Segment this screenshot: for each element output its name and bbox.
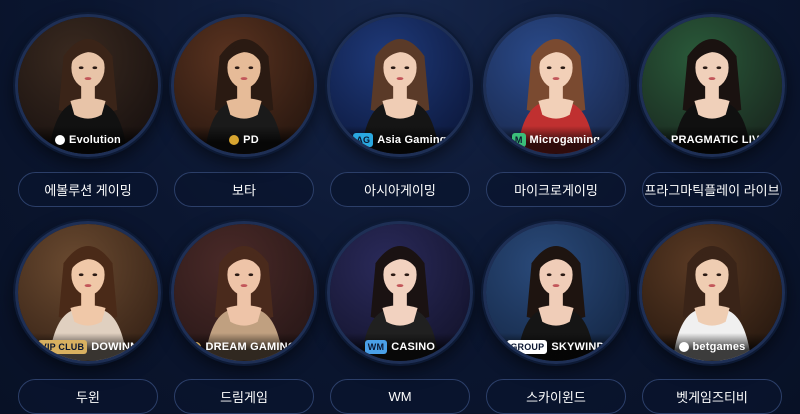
provider-logo-icon: AG: [353, 132, 374, 147]
provider-card[interactable]: Evolution 에볼루션 게이밍: [11, 0, 166, 207]
provider-label-button[interactable]: 보타: [174, 171, 314, 207]
provider-logo: betgames: [642, 332, 782, 361]
provider-label-button[interactable]: 프라그마틱플레이 라이브: [642, 171, 782, 207]
provider-logo: AG Asia Gaming: [330, 125, 470, 154]
provider-thumbnail[interactable]: PRAGMATIC LIVE: [639, 14, 785, 157]
provider-label-button[interactable]: 벳게임즈티비: [642, 378, 782, 414]
provider-logo: Evolution: [18, 125, 158, 154]
provider-label-button[interactable]: WM: [330, 378, 470, 414]
provider-card[interactable]: DREAM GAMING 드림게임: [167, 207, 322, 414]
provider-label-button[interactable]: 에볼루션 게이밍: [18, 171, 158, 207]
provider-logo-icon: WM: [364, 339, 388, 354]
provider-logo-text: betgames: [692, 340, 746, 353]
provider-grid: Evolution 에볼루션 게이밍 PD 보타 AG Asia Gaming 아시아게이밍…: [0, 0, 800, 414]
provider-logo-text: DOWINN: [91, 340, 139, 353]
provider-logo-text: DREAM GAMING: [205, 340, 297, 353]
provider-logo-icon: [229, 134, 240, 145]
provider-logo-text: Evolution: [69, 133, 121, 146]
provider-logo-icon: [656, 134, 667, 145]
provider-card[interactable]: M Microgaming 마이크로게이밍: [479, 0, 634, 207]
provider-thumbnail[interactable]: Evolution: [15, 14, 161, 157]
provider-card[interactable]: PD 보타: [167, 0, 322, 207]
provider-label-button[interactable]: 드림게임: [174, 378, 314, 414]
provider-logo: WM CASINO: [330, 332, 470, 361]
provider-logo-icon: GROUP: [507, 339, 548, 354]
provider-card[interactable]: PRAGMATIC LIVE 프라그마틱플레이 라이브: [635, 0, 790, 207]
provider-label-button[interactable]: 아시아게이밍: [330, 171, 470, 207]
provider-logo-text: CASINO: [391, 340, 436, 353]
provider-logo-icon: [55, 134, 66, 145]
provider-thumbnail[interactable]: betgames: [639, 221, 785, 364]
provider-logo-icon: [678, 341, 689, 352]
provider-card[interactable]: WM CASINO WM: [323, 207, 478, 414]
provider-logo-icon: M: [511, 132, 526, 147]
provider-logo: VIP CLUB DOWINN: [18, 332, 158, 361]
provider-card[interactable]: VIP CLUB DOWINN 두윈: [11, 207, 166, 414]
provider-thumbnail[interactable]: DREAM GAMING: [171, 221, 317, 364]
provider-logo: GROUP SKYWIND: [486, 332, 626, 361]
provider-thumbnail[interactable]: VIP CLUB DOWINN: [15, 221, 161, 364]
provider-thumbnail[interactable]: AG Asia Gaming: [327, 14, 473, 157]
provider-label-button[interactable]: 두윈: [18, 378, 158, 414]
provider-thumbnail[interactable]: GROUP SKYWIND: [483, 221, 629, 364]
provider-logo-text: Microgaming: [529, 133, 601, 146]
provider-label-button[interactable]: 스카이윈드: [486, 378, 626, 414]
provider-logo-text: SKYWIND: [551, 340, 605, 353]
provider-card[interactable]: AG Asia Gaming 아시아게이밍: [323, 0, 478, 207]
provider-logo-icon: [191, 341, 202, 352]
provider-logo-text: PD: [243, 133, 259, 146]
provider-thumbnail[interactable]: M Microgaming: [483, 14, 629, 157]
provider-logo: PRAGMATIC LIVE: [642, 125, 782, 154]
provider-logo: DREAM GAMING: [174, 332, 314, 361]
provider-logo-text: Asia Gaming: [377, 133, 447, 146]
provider-logo: PD: [174, 125, 314, 154]
provider-logo-text: PRAGMATIC LIVE: [670, 133, 768, 146]
provider-label-button[interactable]: 마이크로게이밍: [486, 171, 626, 207]
provider-logo: M Microgaming: [486, 125, 626, 154]
provider-logo-icon: VIP CLUB: [37, 339, 88, 354]
provider-thumbnail[interactable]: WM CASINO: [327, 221, 473, 364]
provider-card[interactable]: betgames 벳게임즈티비: [635, 207, 790, 414]
provider-thumbnail[interactable]: PD: [171, 14, 317, 157]
provider-card[interactable]: GROUP SKYWIND 스카이윈드: [479, 207, 634, 414]
